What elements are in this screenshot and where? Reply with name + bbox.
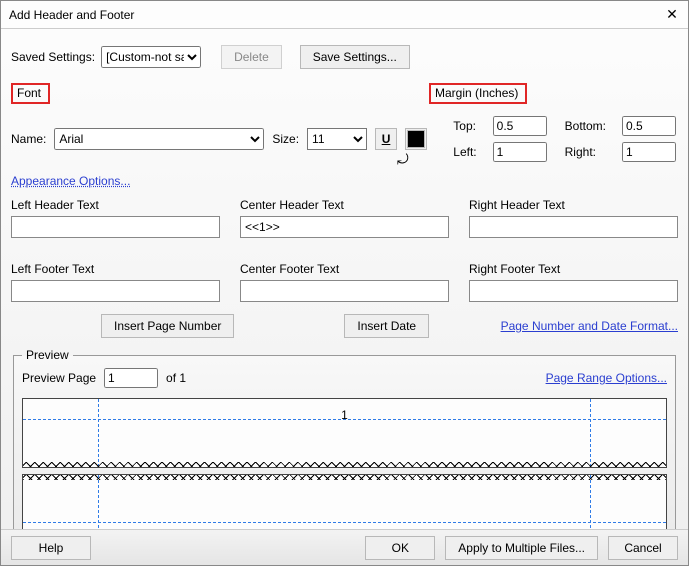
underline-icon: U [382, 132, 391, 146]
preview-pane: 1 [22, 398, 667, 544]
color-swatch-icon [407, 130, 425, 148]
underline-button[interactable]: U [375, 128, 397, 150]
center-header-label: Center Header Text [240, 198, 449, 212]
right-header-input[interactable] [469, 216, 678, 238]
margin-bottom-input[interactable] [622, 116, 676, 136]
center-header-input[interactable] [240, 216, 449, 238]
center-footer-input[interactable] [240, 280, 449, 302]
right-footer-input[interactable] [469, 280, 678, 302]
margin-top-label: Top: [453, 119, 476, 133]
font-name-select[interactable]: Arial [54, 128, 264, 150]
apply-multiple-files-button[interactable]: Apply to Multiple Files... [445, 536, 598, 560]
preview-legend: Preview [22, 348, 73, 362]
insert-row: Insert Page Number Insert Date Page Numb… [11, 314, 678, 338]
saved-settings-label: Saved Settings: [11, 50, 95, 64]
font-size-label: Size: [272, 132, 299, 146]
title-bar: Add Header and Footer ✕ [1, 1, 688, 29]
preview-center-header-number: 1 [23, 408, 666, 422]
right-header-label: Right Header Text [469, 198, 678, 212]
preview-controls: Preview Page of 1 Page Range Options... [22, 368, 667, 388]
color-button[interactable] [405, 128, 427, 150]
close-icon[interactable]: ✕ [664, 7, 680, 23]
saved-settings-row: Saved Settings: [Custom-not saved] Delet… [11, 45, 678, 69]
section-headers: Font Margin (Inches) [11, 83, 678, 104]
appearance-options-link[interactable]: Appearance Options... [11, 174, 130, 188]
cancel-button[interactable]: Cancel [608, 536, 678, 560]
center-footer-label: Center Footer Text [240, 262, 449, 276]
bottom-bar: Help OK Apply to Multiple Files... Cance… [1, 529, 688, 565]
dialog-add-header-footer: Add Header and Footer ✕ Saved Settings: … [0, 0, 689, 566]
left-header-label: Left Header Text [11, 198, 220, 212]
help-button[interactable]: Help [11, 536, 91, 560]
dialog-body: Saved Settings: [Custom-not saved] Delet… [1, 29, 688, 565]
left-header-input[interactable] [11, 216, 220, 238]
font-row: Name: Arial Size: 11 U Top: Bottom: [11, 116, 678, 162]
page-range-options-link[interactable]: Page Range Options... [546, 371, 667, 385]
right-footer-label: Right Footer Text [469, 262, 678, 276]
margin-left-label: Left: [453, 145, 476, 159]
margin-section-header: Margin (Inches) [429, 83, 527, 104]
margin-right-input[interactable] [622, 142, 676, 162]
font-section-header: Font [11, 83, 50, 104]
save-settings-button[interactable]: Save Settings... [300, 45, 410, 69]
margin-top-input[interactable] [493, 116, 547, 136]
margin-left-input[interactable] [493, 142, 547, 162]
appearance-row: Appearance Options... [11, 174, 678, 188]
preview-fieldset: Preview Preview Page of 1 Page Range Opt… [13, 348, 676, 555]
margin-panel: Top: Bottom: Left: Right: [453, 116, 678, 162]
window-title: Add Header and Footer [9, 8, 664, 22]
preview-of-label: of 1 [166, 371, 186, 385]
left-footer-label: Left Footer Text [11, 262, 220, 276]
preview-page-input[interactable] [104, 368, 158, 388]
font-size-select[interactable]: 11 [307, 128, 367, 150]
preview-page-label: Preview Page [22, 371, 96, 385]
header-fields: Left Header Text Center Header Text Righ… [11, 194, 678, 302]
saved-settings-select[interactable]: [Custom-not saved] [101, 46, 201, 68]
insert-page-number-button[interactable]: Insert Page Number [101, 314, 234, 338]
delete-button: Delete [221, 45, 282, 69]
page-number-date-format-link[interactable]: Page Number and Date Format... [501, 319, 678, 333]
ok-button[interactable]: OK [365, 536, 435, 560]
margin-bottom-label: Bottom: [565, 119, 606, 133]
left-footer-input[interactable] [11, 280, 220, 302]
insert-date-button[interactable]: Insert Date [344, 314, 429, 338]
margin-right-label: Right: [565, 145, 606, 159]
font-name-label: Name: [11, 132, 46, 146]
preview-page-top: 1 [22, 398, 667, 468]
